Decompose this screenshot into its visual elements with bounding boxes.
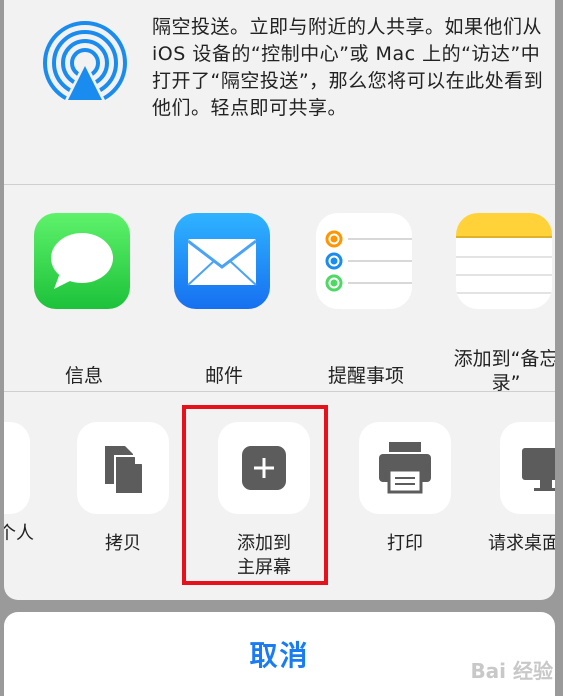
app-mail[interactable]: 邮件 (174, 213, 274, 387)
copy-icon (77, 422, 169, 514)
highlight-box (182, 405, 328, 585)
airdrop-description: 隔空投送。立即与附近的人共享。如果他们从 iOS 设备的“控制中心”或 Mac … (152, 16, 544, 119)
watermark: Bai 经验 (470, 659, 553, 683)
app-label: 邮件 (204, 365, 243, 387)
app-reminders[interactable]: 提醒事项 (316, 213, 416, 387)
app-notes[interactable]: 添加到“备忘 录” (454, 213, 555, 394)
airdrop-section[interactable]: 隔空投送。立即与附近的人共享。如果他们从 iOS 设备的“控制中心”或 Mac … (4, 0, 555, 185)
airdrop-icon (43, 21, 127, 106)
action-partial[interactable]: 个人 (4, 422, 34, 544)
app-label: 提醒事项 (327, 365, 404, 387)
app-messages[interactable]: 信息 (34, 213, 134, 387)
action-label: 拷贝 (105, 533, 141, 554)
app-label: 添加到“备忘 录” (453, 348, 555, 394)
app-row: 信息 邮件 提醒事项 添加到“备忘 录” (4, 185, 555, 394)
action-label: 请求桌面 (488, 533, 555, 554)
partial-icon (4, 422, 30, 514)
notes-icon (456, 213, 552, 309)
action-copy[interactable]: 拷贝 (77, 422, 169, 554)
desktop-icon (500, 422, 555, 514)
reminders-icon (316, 213, 412, 309)
action-request-desktop[interactable]: 请求桌面 (488, 422, 555, 554)
action-label: 个人 (4, 523, 34, 544)
action-label: 打印 (387, 533, 423, 554)
app-label: 信息 (64, 365, 103, 387)
printer-icon (359, 422, 451, 514)
action-print[interactable]: 打印 (359, 422, 451, 554)
mail-icon (174, 213, 270, 309)
messages-icon (34, 213, 130, 309)
